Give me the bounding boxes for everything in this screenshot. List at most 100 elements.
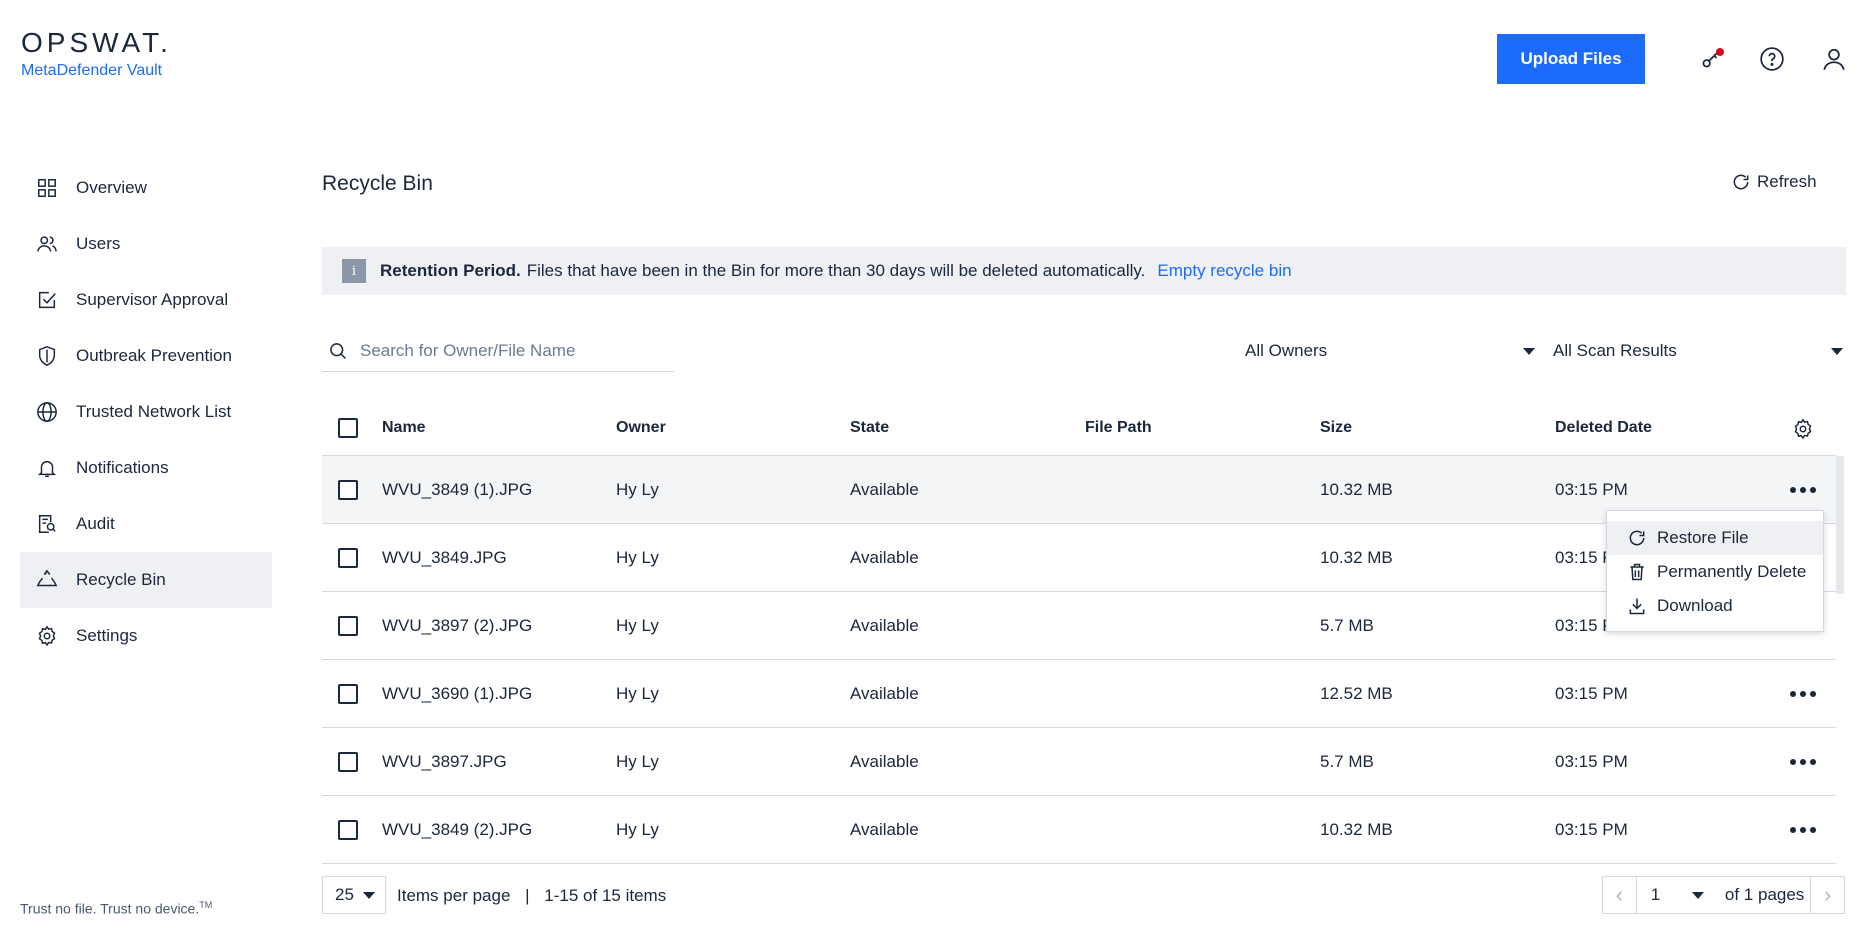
column-header-size[interactable]: Size xyxy=(1320,419,1555,437)
page-title: Recycle Bin xyxy=(322,172,433,195)
help-icon[interactable] xyxy=(1757,44,1787,74)
items-per-page-label: Items per page xyxy=(397,886,511,905)
file-owner: Hy Ly xyxy=(616,751,659,771)
deleted-date: 03:15 PM xyxy=(1555,683,1628,703)
column-header-name[interactable]: Name xyxy=(382,419,616,437)
sidebar-item-supervisor-approval[interactable]: Supervisor Approval xyxy=(20,272,272,328)
row-checkbox[interactable] xyxy=(338,615,358,636)
file-name: WVU_3849 (1).JPG xyxy=(382,479,533,499)
sidebar-item-overview[interactable]: Overview xyxy=(20,160,272,216)
sidebar-item-label: Users xyxy=(76,234,121,253)
search-icon xyxy=(330,342,347,359)
key-icon[interactable] xyxy=(1696,44,1726,74)
sidebar-item-notifications[interactable]: Notifications xyxy=(20,440,272,496)
sidebar-item-users[interactable]: Users xyxy=(20,216,272,272)
logo-wordmark: OPSWAT. xyxy=(21,27,172,58)
row-checkbox[interactable] xyxy=(338,479,358,500)
user-icon[interactable] xyxy=(1819,44,1849,74)
row-checkbox[interactable] xyxy=(338,683,358,704)
restore-icon xyxy=(1629,530,1645,546)
table-row[interactable]: WVU_3849 (2).JPG Hy Ly Available 10.32 M… xyxy=(322,796,1836,864)
owners-filter-select[interactable]: All Owners xyxy=(1245,333,1535,369)
menu-item-label: Download xyxy=(1657,596,1733,615)
search-input[interactable] xyxy=(360,340,660,361)
owners-filter-value: All Owners xyxy=(1245,341,1328,360)
sidebar-item-label: Notifications xyxy=(76,458,169,477)
table-row[interactable]: WVU_3690 (1).JPG Hy Ly Available 12.52 M… xyxy=(322,660,1836,728)
refresh-label: Refresh xyxy=(1757,172,1817,191)
file-state: Available xyxy=(850,479,919,499)
row-checkbox[interactable] xyxy=(338,819,358,840)
row-checkbox[interactable] xyxy=(338,751,358,772)
restore-file-menu-item[interactable]: Restore File xyxy=(1607,521,1823,555)
sidebar-item-trusted-network-list[interactable]: Trusted Network List xyxy=(20,384,272,440)
column-settings-icon[interactable] xyxy=(1792,418,1814,440)
table-scrollbar[interactable] xyxy=(1836,456,1844,594)
deleted-date: 03:15 PM xyxy=(1555,751,1628,771)
file-state: Available xyxy=(850,615,919,635)
column-header-file-path[interactable]: File Path xyxy=(1085,419,1320,437)
sidebar-item-label: Audit xyxy=(76,514,115,533)
column-header-state[interactable]: State xyxy=(850,419,1085,437)
scan-results-filter-select[interactable]: All Scan Results xyxy=(1553,333,1843,369)
download-icon xyxy=(1629,598,1645,615)
upload-files-button[interactable]: Upload Files xyxy=(1497,34,1645,84)
prev-page-button[interactable]: ‹ xyxy=(1603,877,1637,913)
select-all-checkbox[interactable] xyxy=(338,417,358,438)
approval-icon xyxy=(36,289,58,311)
file-owner: Hy Ly xyxy=(616,819,659,839)
footer-tagline: Trust no file. Trust no device.TM xyxy=(20,900,212,917)
page-number-select[interactable]: 1 xyxy=(1637,885,1716,905)
gear-icon xyxy=(36,625,58,647)
more-actions-icon[interactable] xyxy=(1790,818,1816,842)
next-page-button[interactable]: › xyxy=(1810,877,1844,913)
file-state: Available xyxy=(850,683,919,703)
users-icon xyxy=(36,233,58,255)
file-state: Available xyxy=(850,547,919,567)
file-size: 5.7 MB xyxy=(1320,615,1374,635)
total-pages: of 1 pages xyxy=(1724,885,1805,904)
trademark-mark: TM xyxy=(199,900,213,910)
file-name: WVU_3897.JPG xyxy=(382,751,507,771)
items-per-page-select[interactable]: 25 xyxy=(322,876,386,914)
sidebar-item-outbreak-prevention[interactable]: Outbreak Prevention xyxy=(20,328,272,384)
sidebar-item-label: Outbreak Prevention xyxy=(76,346,232,365)
sidebar-item-settings[interactable]: Settings xyxy=(20,608,272,664)
file-size: 10.32 MB xyxy=(1320,819,1393,839)
file-name: WVU_3897 (2).JPG xyxy=(382,615,533,635)
file-name: WVU_3849 (2).JPG xyxy=(382,819,533,839)
chevron-down-icon xyxy=(1692,891,1705,899)
download-menu-item[interactable]: Download xyxy=(1607,589,1823,623)
more-actions-icon[interactable] xyxy=(1790,750,1816,774)
column-header-deleted-date[interactable]: Deleted Date xyxy=(1555,419,1755,437)
file-size: 10.32 MB xyxy=(1320,479,1393,499)
globe-icon xyxy=(36,401,58,423)
page-number-value: 1 xyxy=(1650,885,1661,904)
logo[interactable]: OPSWAT. MetaDefender Vault xyxy=(21,28,172,80)
more-actions-icon[interactable] xyxy=(1790,478,1816,502)
pagination-summary: Items per page | 1-15 of 15 items xyxy=(397,886,666,906)
sidebar-item-label: Trusted Network List xyxy=(76,402,232,421)
file-name: WVU_3690 (1).JPG xyxy=(382,683,533,703)
file-size: 5.7 MB xyxy=(1320,751,1374,771)
file-size: 10.32 MB xyxy=(1320,547,1393,567)
file-owner: Hy Ly xyxy=(616,479,659,499)
empty-recycle-bin-link[interactable]: Empty recycle bin xyxy=(1157,261,1291,281)
permanently-delete-menu-item[interactable]: Permanently Delete xyxy=(1607,555,1823,589)
recycle-icon xyxy=(36,569,58,591)
file-size: 12.52 MB xyxy=(1320,683,1393,703)
refresh-button[interactable]: Refresh xyxy=(1731,172,1817,192)
refresh-icon xyxy=(1733,174,1749,190)
table-row[interactable]: WVU_3897.JPG Hy Ly Available 5.7 MB 03:1… xyxy=(322,728,1836,796)
row-checkbox[interactable] xyxy=(338,547,358,568)
banner-text: Files that have been in the Bin for more… xyxy=(526,261,1146,280)
row-context-menu: Restore File Permanently Delete Download xyxy=(1606,510,1824,632)
sidebar-item-recycle-bin[interactable]: Recycle Bin xyxy=(20,552,272,608)
banner-title: Retention Period. xyxy=(380,261,521,280)
more-actions-icon[interactable] xyxy=(1790,682,1816,706)
sidebar-item-label: Recycle Bin xyxy=(76,570,166,589)
file-state: Available xyxy=(850,819,919,839)
column-header-owner[interactable]: Owner xyxy=(616,419,850,437)
files-table: Name Owner State File Path Size Deleted … xyxy=(322,400,1836,864)
sidebar-item-audit[interactable]: Audit xyxy=(20,496,272,552)
